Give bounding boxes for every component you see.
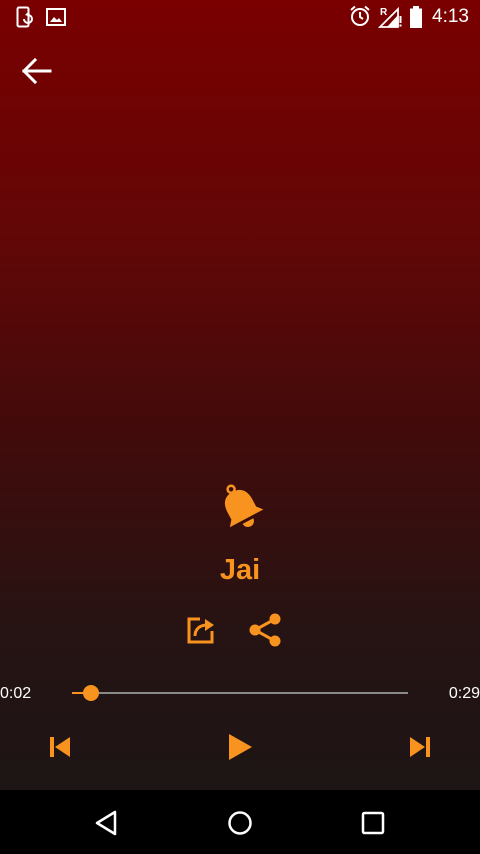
next-button[interactable]: [402, 730, 438, 764]
set-ringtone-button[interactable]: [183, 612, 219, 648]
open-in-new-icon: [187, 617, 214, 644]
bell-icon: [224, 484, 264, 528]
skip-next-icon: [410, 737, 430, 757]
nav-recents-button[interactable]: [358, 808, 388, 838]
ringtone-title: Jai: [219, 554, 261, 586]
seek-bar[interactable]: [72, 685, 408, 701]
ringtone-player-screen: R 4:13 Jai 0:02 0:29: [0, 0, 480, 854]
status-time: 4:13: [432, 6, 469, 27]
total-duration: 0:29: [448, 685, 480, 702]
seek-thumb[interactable]: [83, 685, 99, 701]
elapsed-time: 0:02: [0, 685, 32, 702]
triangle-back-icon: [95, 810, 117, 836]
phone-sync-icon: [16, 6, 33, 28]
play-button[interactable]: [221, 730, 257, 764]
share-icon: [249, 613, 281, 647]
image-icon: [46, 8, 66, 26]
alarm-icon: [350, 5, 370, 26]
square-recents-icon: [361, 811, 385, 835]
previous-button[interactable]: [42, 730, 78, 764]
play-icon: [229, 734, 252, 760]
status-bar: R 4:13: [0, 0, 480, 34]
svg-text:R: R: [380, 7, 388, 18]
nav-back-button[interactable]: [92, 808, 122, 838]
ringtone-bell: [212, 478, 268, 534]
system-navigation-bar: [0, 790, 480, 854]
nav-home-button[interactable]: [225, 808, 255, 838]
signal-roaming-icon: R: [378, 6, 402, 28]
back-button[interactable]: [16, 52, 60, 90]
circle-home-icon: [228, 811, 252, 835]
skip-previous-icon: [50, 737, 70, 757]
battery-icon: [410, 6, 422, 28]
arrow-back-icon: [21, 57, 52, 85]
share-button[interactable]: [247, 611, 285, 649]
app-background: [0, 0, 480, 790]
